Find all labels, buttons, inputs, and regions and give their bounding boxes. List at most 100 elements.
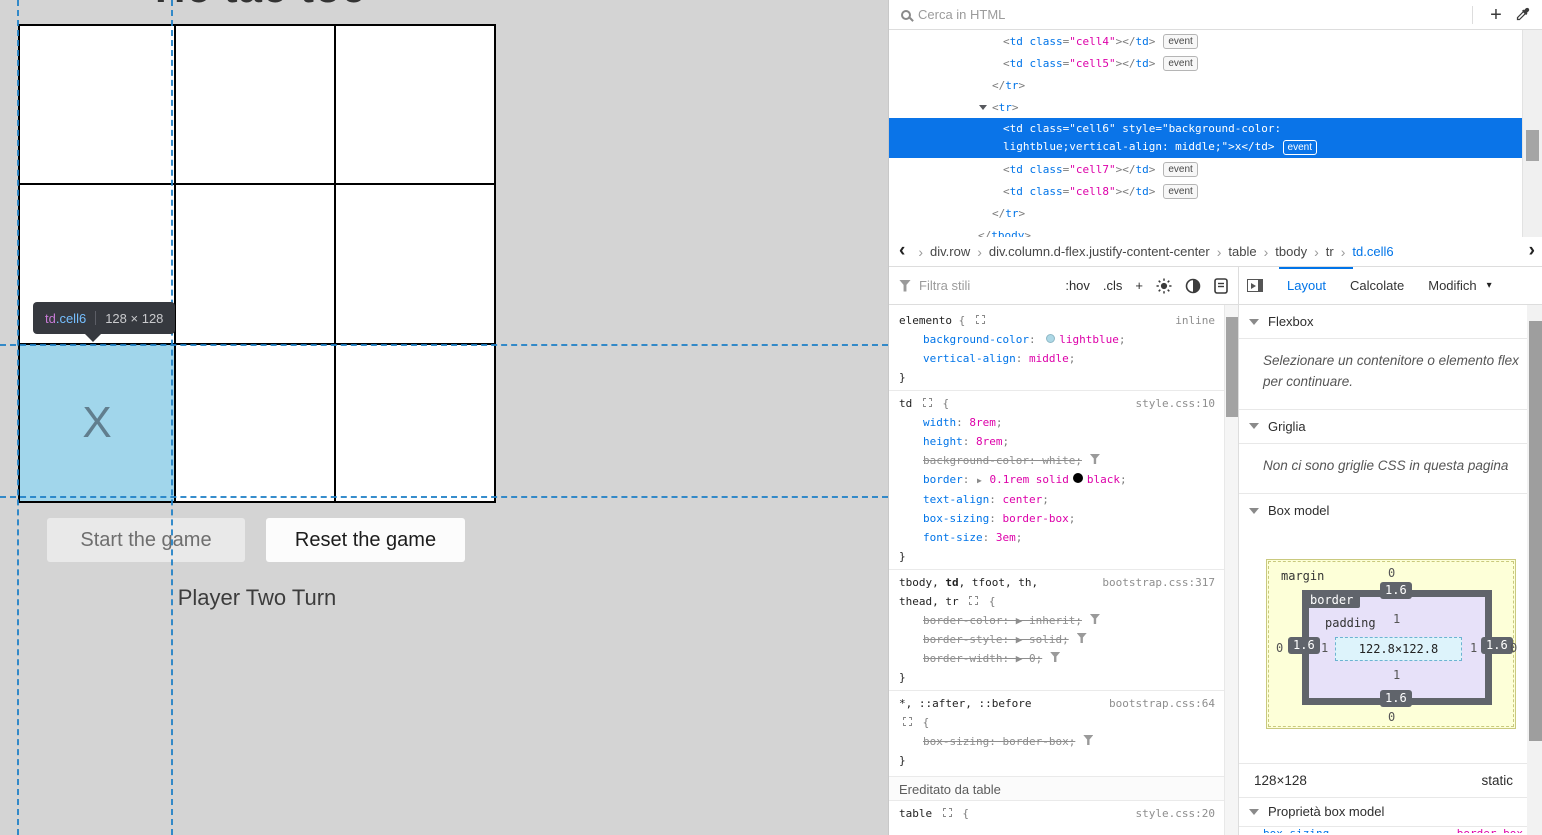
- markup-row-tr-close2[interactable]: </tr>: [889, 202, 1542, 224]
- event-badge[interactable]: event: [1163, 162, 1197, 177]
- rule-declaration[interactable]: height: 8rem;: [889, 432, 1225, 451]
- rule-declaration-overridden[interactable]: border-width: ▶ 0;: [889, 649, 1225, 668]
- border-left-value[interactable]: 1.6: [1288, 637, 1320, 654]
- rule-declaration[interactable]: vertical-align: middle;: [889, 349, 1225, 368]
- tab-calcolate[interactable]: Calcolate: [1350, 278, 1404, 293]
- event-badge[interactable]: event: [1163, 56, 1197, 71]
- grid-cell-4[interactable]: [176, 185, 334, 343]
- box-model-section-header[interactable]: Box model: [1239, 494, 1542, 528]
- breadcrumb-item-td-cell6[interactable]: td.cell6: [1352, 244, 1393, 259]
- scrollbar-thumb[interactable]: [1226, 317, 1238, 417]
- breadcrumb-item-table[interactable]: table: [1228, 244, 1256, 259]
- breadcrumb-item-div-column[interactable]: div.column.d-flex.justify-content-center: [989, 244, 1210, 259]
- markup-row-cell4[interactable]: <td class="cell4"></td>event: [889, 30, 1542, 52]
- rule-source-link[interactable]: bootstrap.css:64: [1109, 694, 1225, 713]
- breadcrumb-item-tr[interactable]: tr: [1326, 244, 1334, 259]
- box-model-properties-header[interactable]: Proprietà box model: [1239, 797, 1542, 827]
- margin-right-value[interactable]: 0: [1510, 641, 1517, 655]
- start-game-button[interactable]: Start the game: [47, 518, 245, 562]
- padding-top-value[interactable]: 1: [1393, 612, 1400, 626]
- rule-declaration-overridden[interactable]: border-style: ▶ solid;: [889, 630, 1225, 649]
- eyedropper-button[interactable]: [1509, 3, 1535, 27]
- event-badge[interactable]: event: [1163, 184, 1197, 199]
- rule-source-link[interactable]: bootstrap.css:317: [1102, 573, 1225, 592]
- grid-cell-7[interactable]: [176, 345, 334, 501]
- rule-selector-tbody-group[interactable]: tbody, td, tfoot, th,bootstrap.css:317: [889, 569, 1225, 592]
- expand-twisty-icon[interactable]: [979, 105, 987, 110]
- light-theme-button[interactable]: [1156, 278, 1172, 294]
- grid-cell-0[interactable]: [20, 26, 174, 183]
- collapse-twisty-icon: [1249, 508, 1259, 514]
- filter-styles-input[interactable]: [919, 278, 1052, 293]
- reset-game-button[interactable]: Reset the game: [266, 518, 465, 562]
- print-simulation-button[interactable]: [1214, 278, 1228, 294]
- border-right-value[interactable]: 1.6: [1481, 637, 1513, 654]
- rule-selector-universal[interactable]: *, ::after, ::beforebootstrap.css:64: [889, 690, 1225, 713]
- rule-source-link[interactable]: style.css:20: [1136, 804, 1225, 823]
- grid-cell-6-highlighted[interactable]: X: [20, 345, 174, 501]
- breadcrumb-back-button[interactable]: ‹: [899, 240, 905, 262]
- rules-scrollbar[interactable]: [1224, 305, 1238, 835]
- padding-bottom-value[interactable]: 1: [1393, 668, 1400, 682]
- grid-cell-8[interactable]: [336, 345, 494, 501]
- box-model-region: margin 0 border 1.6 padding 1 0 1.6 1 12…: [1239, 559, 1542, 833]
- margin-bottom-value[interactable]: 0: [1388, 710, 1395, 724]
- rule-declaration-overridden[interactable]: box-sizing: border-box;: [889, 732, 1225, 751]
- border-bottom-value[interactable]: 1.6: [1380, 690, 1412, 707]
- markup-row-cell8[interactable]: <td class="cell8"></td>event: [889, 180, 1542, 202]
- event-badge[interactable]: event: [1283, 140, 1317, 155]
- tab-layout[interactable]: Layout: [1287, 278, 1326, 293]
- breadcrumb-forward-button[interactable]: ›: [1529, 240, 1535, 264]
- grid-cell-2[interactable]: [336, 26, 494, 183]
- inspector-guide-top: [0, 344, 888, 346]
- padding-right-value[interactable]: 1: [1470, 641, 1477, 655]
- rule-declaration[interactable]: border: ▶ 0.1rem solidblack;: [889, 470, 1225, 490]
- dark-theme-button[interactable]: [1185, 278, 1201, 294]
- grid-cell-1[interactable]: [176, 26, 334, 183]
- add-rule-button[interactable]: +: [1135, 276, 1143, 296]
- sidebar-toggle-icon[interactable]: [1247, 279, 1263, 292]
- margin-left-value[interactable]: 0: [1276, 641, 1283, 655]
- rule-close-brace: }: [889, 547, 1225, 566]
- rule-declaration[interactable]: background-color: lightblue;: [889, 330, 1225, 349]
- new-node-button[interactable]: +: [1483, 3, 1509, 27]
- chevron-right-icon: ›: [1217, 244, 1222, 260]
- breadcrumb-item-div-row[interactable]: div.row: [930, 244, 970, 259]
- markup-row-cell6-selected[interactable]: <td class="cell6" style="background-colo…: [889, 118, 1522, 158]
- margin-top-value[interactable]: 0: [1388, 566, 1395, 580]
- layout-scrollbar[interactable]: [1527, 305, 1542, 835]
- rule-source-inline[interactable]: inline: [1175, 311, 1225, 330]
- markup-row-cell5[interactable]: <td class="cell5"></td>event: [889, 52, 1542, 74]
- grid-section-header[interactable]: Griglia: [1239, 410, 1542, 444]
- tab-modifiche[interactable]: Modifich: [1428, 278, 1476, 293]
- search-input[interactable]: [918, 7, 1462, 22]
- markup-row-tr-close[interactable]: </tr>: [889, 74, 1542, 96]
- rule-selector-element[interactable]: elemento { inline: [889, 311, 1225, 330]
- class-toggle[interactable]: .cls: [1103, 278, 1123, 293]
- rule-declaration[interactable]: width: 8rem;: [889, 413, 1225, 432]
- rule-source-link[interactable]: style.css:10: [1136, 394, 1225, 413]
- pseudo-class-toggle[interactable]: :hov: [1065, 278, 1090, 293]
- padding-left-value[interactable]: 1: [1321, 641, 1328, 655]
- markup-row-tr-open[interactable]: <tr>: [889, 96, 1542, 118]
- rule-declaration-overridden[interactable]: border-color: ▶ inherit;: [889, 611, 1225, 630]
- breadcrumb-item-tbody[interactable]: tbody: [1275, 244, 1307, 259]
- rule-declaration[interactable]: box-sizing: border-box;: [889, 509, 1225, 528]
- rule-selector-table[interactable]: table {style.css:20: [889, 804, 1225, 823]
- moon-contrast-icon: [1185, 278, 1201, 294]
- markup-scrollbar[interactable]: [1522, 30, 1542, 237]
- markup-row-cell7[interactable]: <td class="cell7"></td>event: [889, 158, 1542, 180]
- border-top-value[interactable]: 1.6: [1380, 582, 1412, 599]
- scrollbar-thumb[interactable]: [1526, 130, 1539, 161]
- event-badge[interactable]: event: [1163, 34, 1197, 49]
- flexbox-section-header[interactable]: Flexbox: [1239, 305, 1542, 339]
- rule-declaration[interactable]: font-size: 3em;: [889, 528, 1225, 547]
- rule-declaration-overridden[interactable]: background-color: white;: [889, 451, 1225, 470]
- scrollbar-thumb[interactable]: [1529, 321, 1542, 741]
- content-box[interactable]: 122.8×122.8: [1335, 637, 1462, 661]
- grid-cell-5[interactable]: [336, 185, 494, 343]
- chevron-down-icon[interactable]: ▾: [1487, 280, 1492, 291]
- markup-row-tbody-close[interactable]: </tbody>: [889, 224, 1542, 237]
- rule-declaration[interactable]: text-align: center;: [889, 490, 1225, 509]
- rule-selector-td[interactable]: td {style.css:10: [889, 390, 1225, 413]
